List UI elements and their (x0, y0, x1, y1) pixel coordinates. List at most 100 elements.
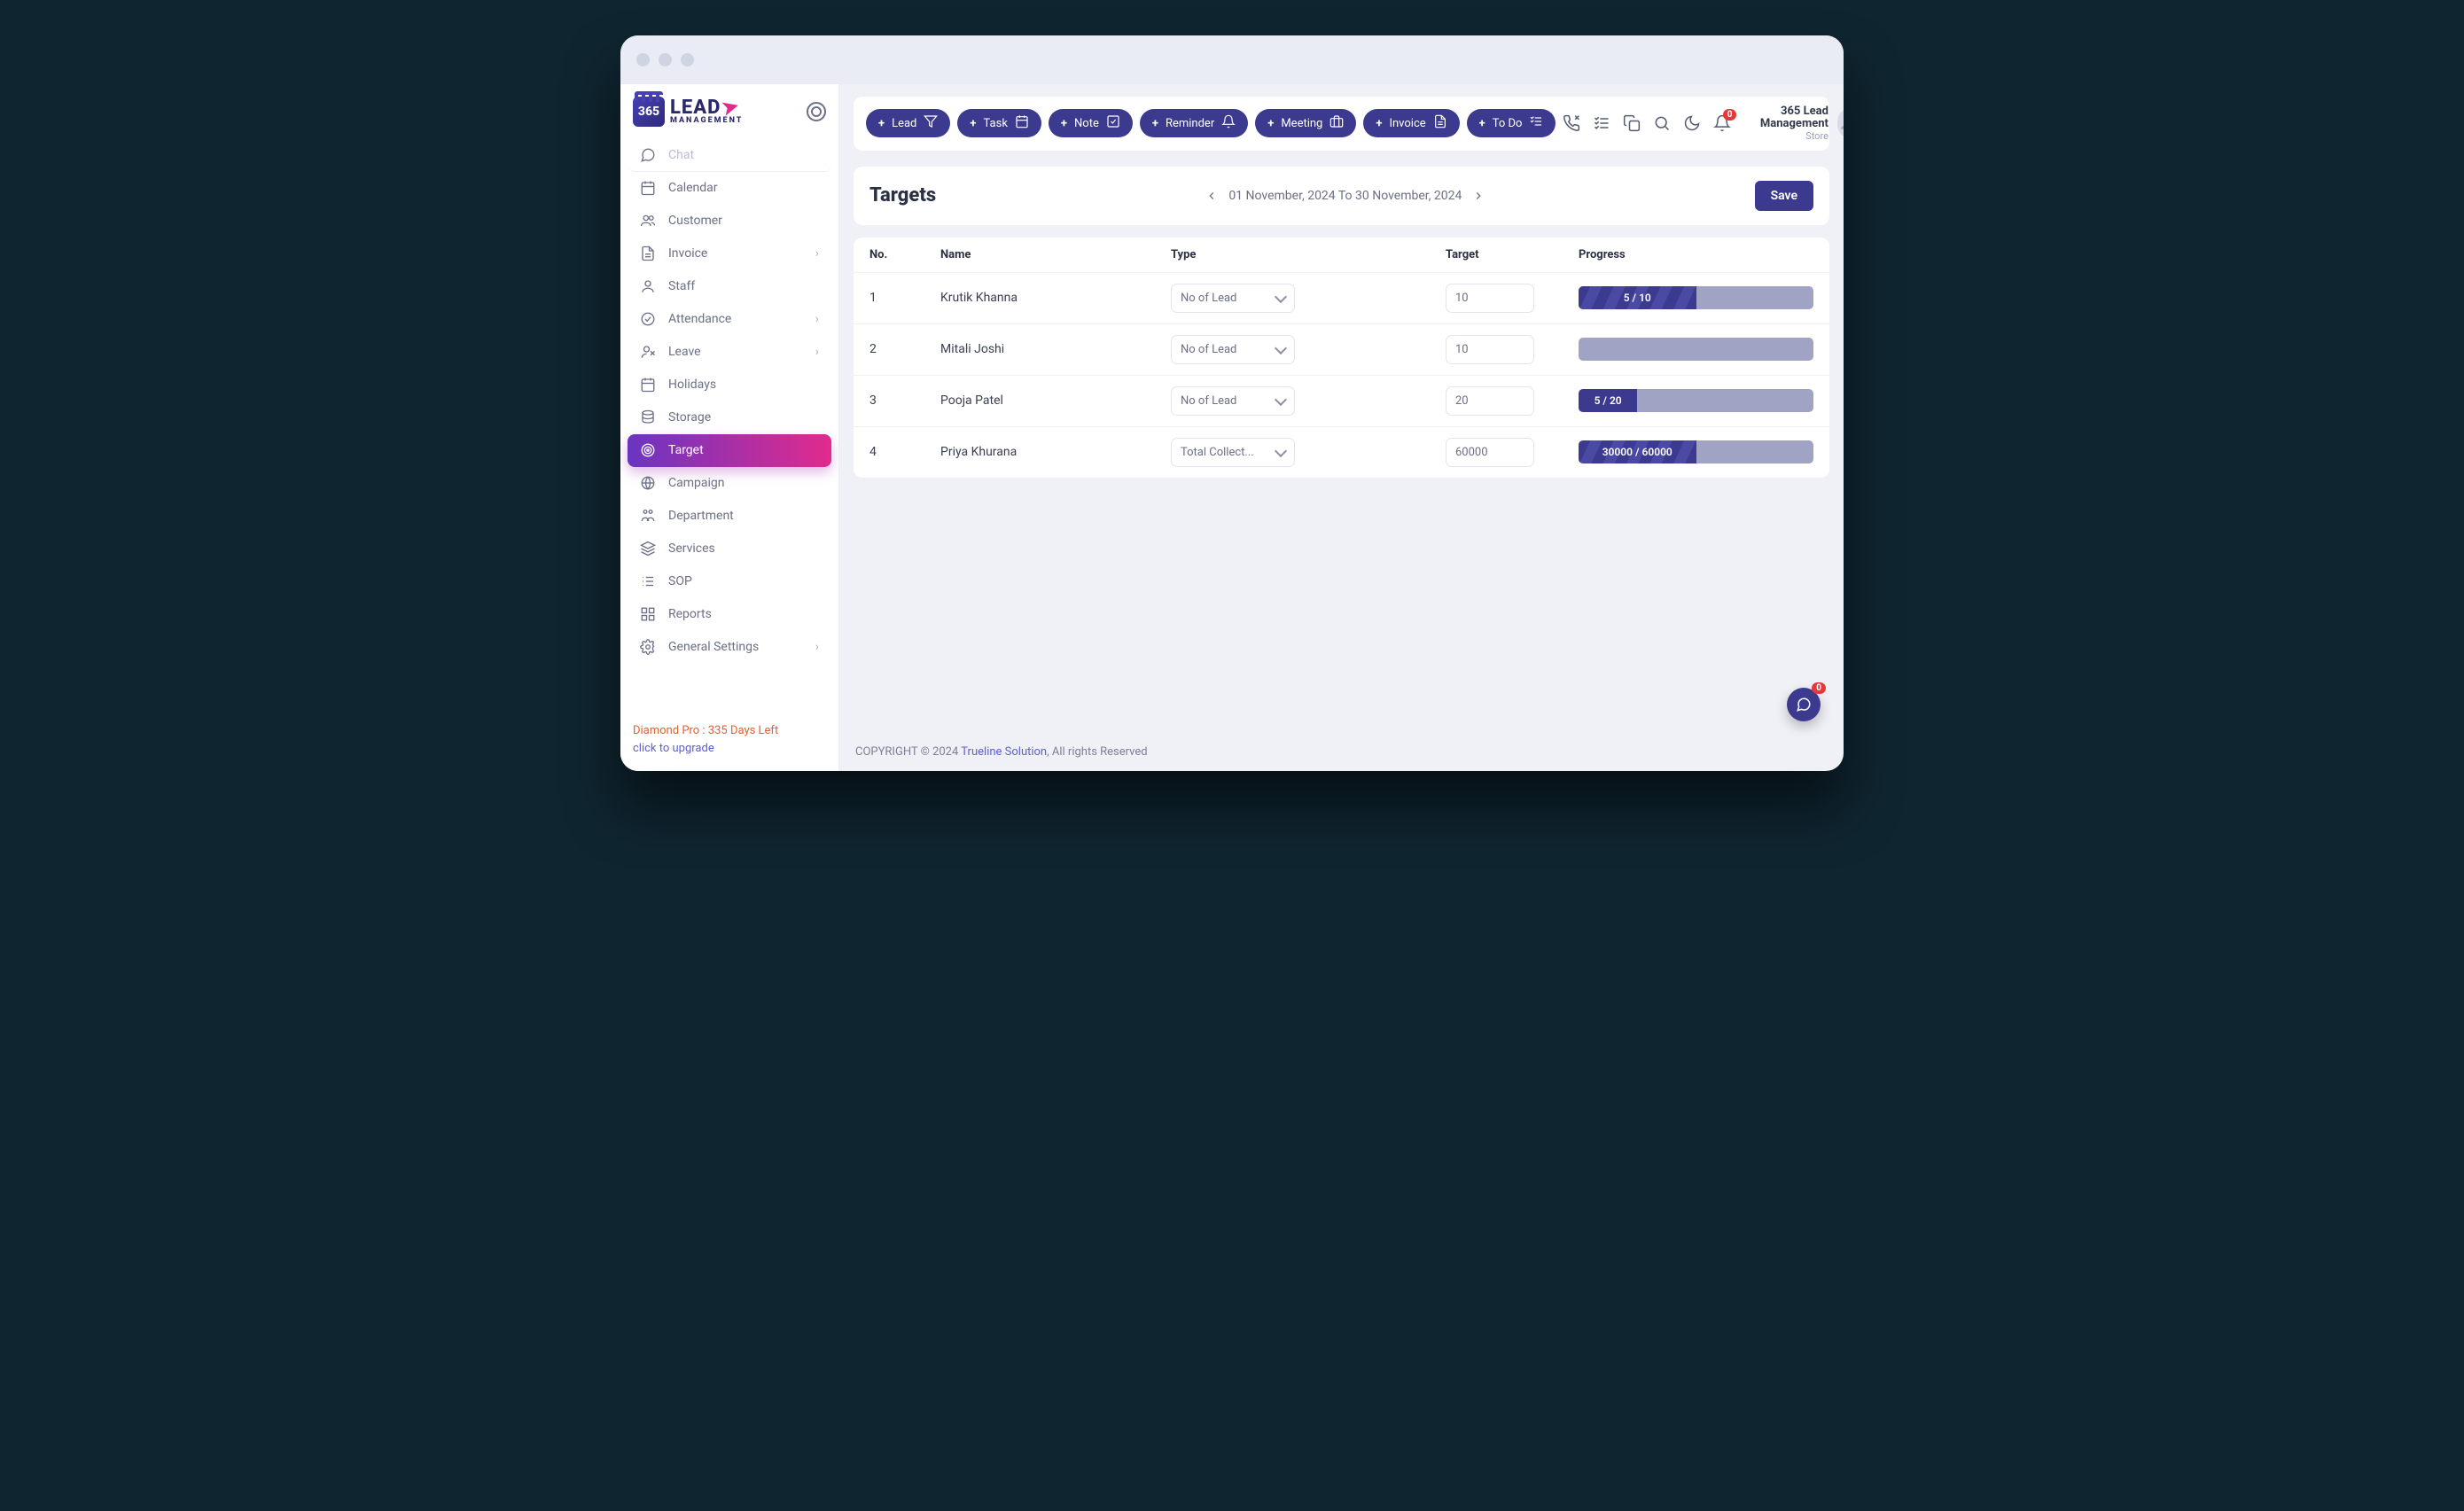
sidebar-item-customer[interactable]: Customer (628, 205, 831, 238)
dark-mode-icon[interactable] (1683, 114, 1701, 132)
col-no: No. (869, 248, 932, 261)
pill-label: To Do (1493, 117, 1523, 130)
pill-label: Task (984, 117, 1008, 130)
sidebar-item-department[interactable]: Department (628, 500, 831, 533)
add-task-button[interactable]: + Task (957, 109, 1041, 137)
sidebar-item-chat[interactable]: Chat (628, 139, 831, 172)
sidebar-item-label: Chat (668, 148, 694, 162)
col-progress: Progress (1579, 248, 1813, 261)
add-meeting-button[interactable]: + Meeting (1255, 109, 1356, 137)
person-x-icon (640, 344, 656, 360)
plus-icon: + (1376, 117, 1382, 130)
upgrade-link[interactable]: click to upgrade (633, 740, 826, 758)
table-header: No. Name Type Target Progress (854, 238, 1829, 272)
target-input[interactable]: 60000 (1446, 438, 1534, 467)
cell-name: Krutik Khanna (940, 291, 1162, 305)
add-lead-button[interactable]: + Lead (866, 109, 950, 137)
sidebar-item-attendance[interactable]: Attendance › (628, 303, 831, 336)
pill-label: Invoice (1389, 117, 1425, 130)
chevron-right-icon: › (815, 246, 819, 261)
prev-range-icon[interactable] (1205, 190, 1218, 202)
chat-fab[interactable]: 0 (1787, 688, 1821, 721)
page-title: Targets (869, 184, 936, 206)
save-button[interactable]: Save (1755, 181, 1813, 211)
sidebar-item-staff[interactable]: Staff (628, 270, 831, 303)
chat-icon (640, 147, 656, 163)
todo-icon (1529, 114, 1543, 132)
sidebar-item-campaign[interactable]: Campaign (628, 467, 831, 500)
window-dot (681, 53, 694, 66)
chevron-right-icon: › (815, 312, 819, 326)
sidebar-collapse-icon[interactable] (807, 102, 826, 121)
cell-no: 2 (869, 342, 932, 356)
missed-call-icon[interactable] (1563, 114, 1580, 132)
next-range-icon[interactable] (1472, 190, 1485, 202)
add-note-button[interactable]: + Note (1049, 109, 1133, 137)
sidebar-item-general-settings[interactable]: General Settings › (628, 631, 831, 664)
task-list-icon[interactable] (1593, 114, 1610, 132)
plus-icon: + (1152, 117, 1158, 130)
chevron-right-icon: › (815, 345, 819, 359)
cell-name: Pooja Patel (940, 393, 1162, 408)
type-select[interactable]: No of Lead (1171, 284, 1295, 313)
sop-icon (640, 573, 656, 589)
user-name: 365 Lead Management (1751, 105, 1828, 131)
cell-no: 1 (869, 291, 932, 305)
sidebar-item-label: Department (668, 509, 734, 523)
sidebar-item-label: Reports (668, 607, 712, 621)
cell-no: 4 (869, 445, 932, 459)
sidebar-item-invoice[interactable]: Invoice › (628, 238, 831, 270)
cell-name: Mitali Joshi (940, 342, 1162, 356)
stack-icon (640, 541, 656, 557)
add-to-do-button[interactable]: + To Do (1467, 109, 1556, 137)
footer: COPYRIGHT © 2024 Trueline Solution, All … (839, 733, 1844, 771)
type-select[interactable]: Total Collect... (1171, 438, 1295, 467)
plan-footer: Diamond Pro : 335 Days Left click to upg… (620, 713, 838, 771)
sidebar-item-label: Attendance (668, 312, 731, 326)
app-window: 365 LEAD➤ MANAGEMENT Chat Calendar Custo… (620, 35, 1844, 771)
user-menu[interactable]: 365 Lead Management Store (1751, 105, 1844, 142)
window-dot (636, 53, 650, 66)
sidebar-nav: Chat Calendar Customer Invoice › Staff A… (620, 136, 838, 713)
logo-mark: 365 (633, 97, 665, 127)
pill-label: Lead (892, 117, 916, 130)
sidebar-item-label: Invoice (668, 246, 707, 261)
copy-icon[interactable] (1623, 114, 1641, 132)
progress-bar: 30000 / 60000 (1579, 440, 1813, 463)
add-invoice-button[interactable]: + Invoice (1363, 109, 1459, 137)
plus-icon: + (1267, 117, 1274, 130)
sidebar-item-leave[interactable]: Leave › (628, 336, 831, 369)
sidebar-item-calendar[interactable]: Calendar (628, 172, 831, 205)
sidebar: 365 LEAD➤ MANAGEMENT Chat Calendar Custo… (620, 84, 839, 771)
sidebar-item-storage[interactable]: Storage (628, 401, 831, 434)
file-icon (640, 245, 656, 261)
targets-table: No. Name Type Target Progress 1 Krutik K… (854, 238, 1829, 478)
bell-icon (1221, 114, 1236, 132)
brand: 365 LEAD➤ MANAGEMENT (620, 84, 838, 136)
table-row: 3 Pooja Patel No of Lead 20 5 / 20 (854, 375, 1829, 426)
search-icon[interactable] (1653, 114, 1671, 132)
check-circle-icon (640, 311, 656, 327)
window-titlebar (620, 35, 1844, 84)
add-reminder-button[interactable]: + Reminder (1140, 109, 1248, 137)
table-row: 4 Priya Khurana Total Collect... 60000 3… (854, 426, 1829, 478)
type-select[interactable]: No of Lead (1171, 386, 1295, 416)
dept-icon (640, 508, 656, 524)
sidebar-item-sop[interactable]: SOP (628, 565, 831, 598)
sidebar-item-target[interactable]: Target (628, 434, 831, 467)
logo-word: LEAD➤ (670, 99, 743, 117)
type-select[interactable]: No of Lead (1171, 335, 1295, 364)
progress-fill: 5 / 20 (1579, 389, 1637, 412)
range-label: 01 November, 2024 To 30 November, 2024 (1228, 189, 1462, 203)
sidebar-item-label: Campaign (668, 476, 724, 490)
bell-icon[interactable]: 0 (1713, 114, 1731, 132)
target-input[interactable]: 10 (1446, 335, 1534, 364)
sidebar-item-holidays[interactable]: Holidays (628, 369, 831, 401)
pill-label: Note (1074, 117, 1099, 130)
sidebar-item-reports[interactable]: Reports (628, 598, 831, 631)
plus-icon: + (970, 117, 976, 130)
target-input[interactable]: 20 (1446, 386, 1534, 416)
target-input[interactable]: 10 (1446, 284, 1534, 313)
sidebar-item-services[interactable]: Services (628, 533, 831, 565)
footer-link[interactable]: Trueline Solution (961, 745, 1047, 759)
